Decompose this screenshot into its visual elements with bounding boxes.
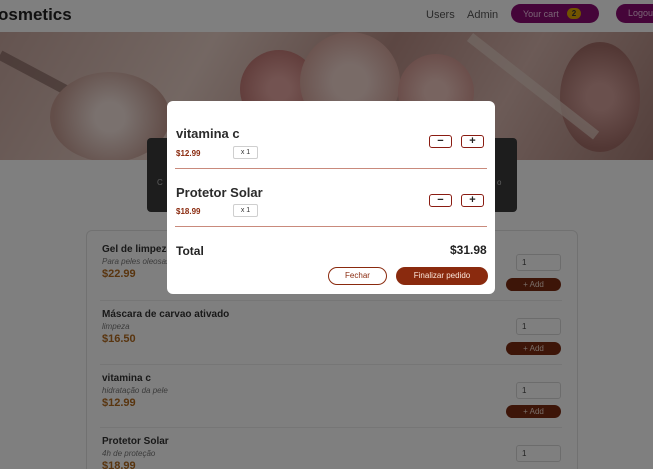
cart-item-price: $12.99: [176, 149, 201, 158]
decrease-quantity-button[interactable]: −: [429, 135, 452, 148]
finish-order-button[interactable]: Finalizar pedido: [396, 267, 488, 285]
close-button[interactable]: Fechar: [328, 267, 387, 285]
increase-quantity-button[interactable]: +: [461, 135, 484, 148]
cart-item-divider: [175, 226, 487, 227]
cart-item-quantity: x 1: [233, 204, 258, 217]
total-value: $31.98: [450, 243, 487, 257]
cart-item-name: vitamina c: [176, 126, 240, 141]
increase-quantity-button[interactable]: +: [461, 194, 484, 207]
cart-item-name: Protetor Solar: [176, 185, 263, 200]
cart-item-price: $18.99: [176, 207, 201, 216]
cart-item-divider: [175, 168, 487, 169]
cart-modal: vitamina c $12.99 x 1 − + Protetor Solar…: [167, 101, 495, 294]
decrease-quantity-button[interactable]: −: [429, 194, 452, 207]
cart-item-quantity: x 1: [233, 146, 258, 159]
total-label: Total: [176, 244, 204, 258]
